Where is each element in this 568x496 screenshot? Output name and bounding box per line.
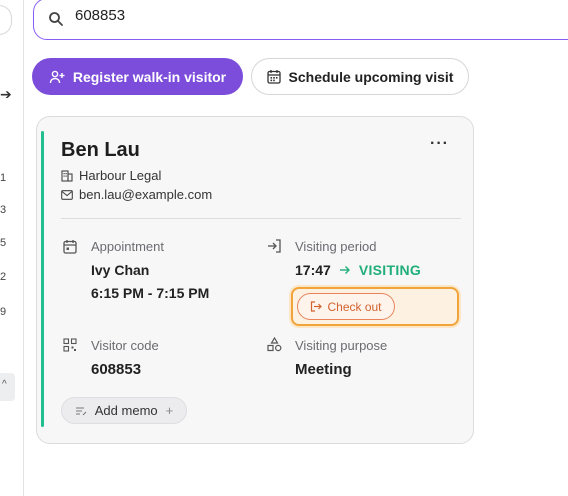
- register-walk-in-button[interactable]: Register walk-in visitor: [32, 58, 243, 95]
- plus-icon: +: [165, 403, 174, 418]
- appointment-host: Ivy Chan: [91, 262, 150, 278]
- checkout-focus-ring: Check out: [291, 287, 459, 326]
- visiting-period: 17:47 VISITING: [295, 262, 421, 278]
- sidebar-count: 9: [0, 306, 7, 318]
- visitor-email-row: ben.lau@example.com: [61, 187, 212, 202]
- add-user-icon: [49, 70, 65, 83]
- mail-icon: [61, 189, 73, 200]
- sign-out-icon: [311, 301, 323, 312]
- schedule-visit-label: Schedule upcoming visit: [288, 68, 454, 85]
- sidebar-count: 1: [0, 172, 7, 184]
- add-memo-label: Add memo: [94, 403, 158, 418]
- schedule-visit-button[interactable]: Schedule upcoming visit: [251, 58, 469, 95]
- sign-in-icon: [268, 239, 281, 253]
- visitor-code: 608853: [91, 361, 142, 378]
- arrow-right-icon[interactable]: ➔: [0, 86, 12, 103]
- appointment-time: 6:15 PM - 7:15 PM: [91, 285, 210, 301]
- sidebar-collapsed-control[interactable]: [0, 5, 12, 35]
- check-out-button[interactable]: Check out: [297, 293, 395, 320]
- visiting-purpose: Meeting: [295, 361, 352, 378]
- add-memo-button[interactable]: Add memo +: [61, 397, 187, 424]
- status-accent-bar: [41, 131, 44, 427]
- check-out-label: Check out: [327, 299, 382, 314]
- memo-icon: [75, 406, 87, 415]
- calendar-icon: [266, 70, 281, 84]
- building-icon: [61, 169, 73, 182]
- calendar-icon: [63, 240, 77, 254]
- visitor-company: Harbour Legal: [79, 168, 162, 183]
- visiting-period-label: Visiting period: [295, 239, 377, 254]
- chevron-up-icon: ^: [2, 379, 7, 390]
- visitor-email: ben.lau@example.com: [79, 187, 213, 202]
- appointment-label: Appointment: [91, 239, 164, 254]
- visitor-card: ··· Ben Lau Harbour Legal ben.lau@exampl…: [36, 116, 474, 444]
- search-bar[interactable]: [33, 0, 568, 40]
- search-input[interactable]: [75, 7, 475, 24]
- shapes-icon: [267, 337, 282, 352]
- sidebar-count: 3: [0, 204, 7, 216]
- status-badge: VISITING: [358, 262, 422, 278]
- search-icon: [49, 12, 63, 26]
- visitor-name: Ben Lau: [61, 139, 140, 161]
- arrow-right-icon: [339, 266, 350, 274]
- sidebar: ➔ 1 3 5 2 9 ^: [0, 0, 24, 496]
- checkin-time: 17:47: [295, 262, 331, 278]
- visiting-purpose-label: Visiting purpose: [295, 338, 388, 353]
- sidebar-count: 2: [0, 271, 7, 283]
- sidebar-active-item[interactable]: ^: [0, 373, 15, 401]
- register-walk-in-label: Register walk-in visitor: [72, 68, 227, 85]
- visitor-company-row: Harbour Legal: [61, 168, 161, 183]
- more-options-icon[interactable]: ···: [430, 136, 449, 152]
- sidebar-count: 5: [0, 237, 7, 249]
- qr-code-icon: [63, 338, 77, 352]
- visitor-code-label: Visitor code: [91, 338, 159, 353]
- card-divider: [61, 218, 461, 219]
